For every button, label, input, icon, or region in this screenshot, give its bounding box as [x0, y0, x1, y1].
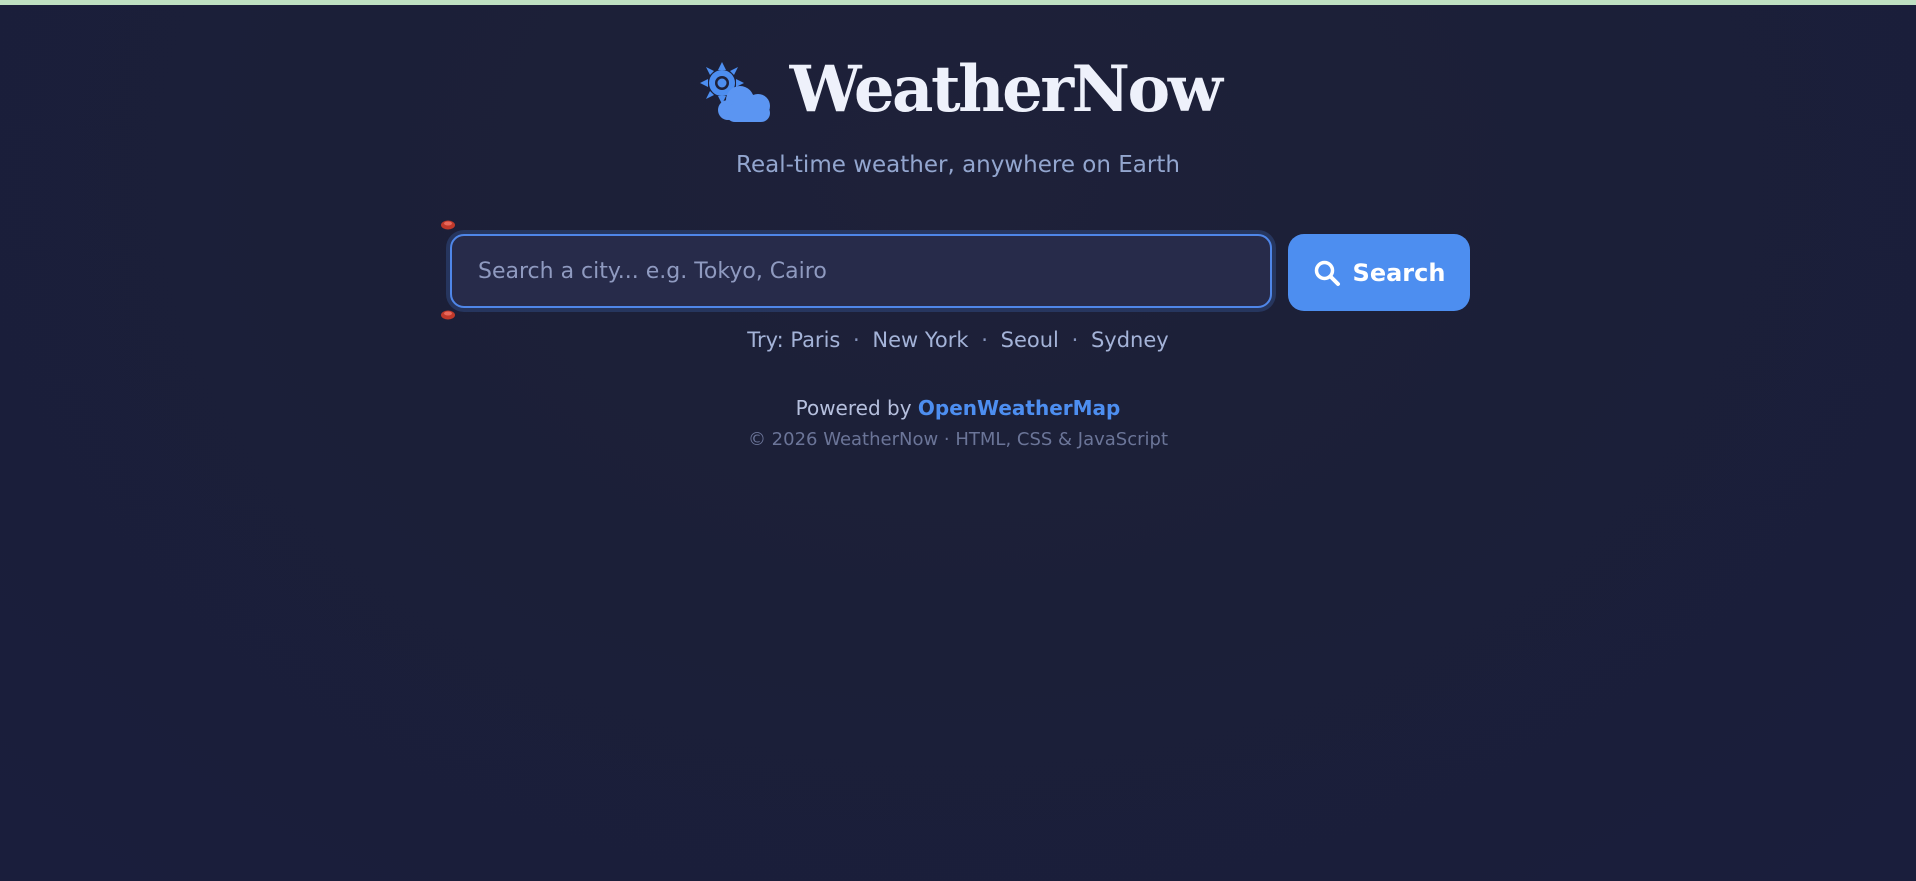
city-search-input[interactable]: [450, 234, 1272, 308]
powered-by: Powered by OpenWeatherMap: [0, 395, 1916, 421]
top-accent-strip: [0, 0, 1916, 5]
selection-handle-top-icon[interactable]: [441, 220, 455, 230]
openweathermap-link[interactable]: OpenWeatherMap: [918, 396, 1120, 420]
suggestion-city-paris[interactable]: Paris: [790, 328, 840, 352]
suggestion-city-seoul[interactable]: Seoul: [1001, 328, 1059, 352]
sun-cloud-icon: [696, 58, 778, 128]
suggestion-separator: ·: [1071, 328, 1079, 352]
search-bar: Search: [441, 220, 1470, 320]
suggestion-city-new-york[interactable]: New York: [872, 328, 968, 352]
copyright-text: © 2026 WeatherNow · HTML, CSS & JavaScri…: [747, 429, 1169, 450]
search-button-label: Search: [1352, 258, 1446, 287]
suggestion-city-sydney[interactable]: Sydney: [1091, 328, 1169, 352]
selection-handle-bottom-icon[interactable]: [441, 310, 455, 320]
app-header: WeatherNow: [0, 52, 1916, 128]
search-icon: [1314, 260, 1340, 286]
suggestions-prefix: Try:: [747, 328, 784, 352]
suggestion-separator: ·: [981, 328, 988, 352]
search-button[interactable]: Search: [1288, 234, 1470, 311]
city-suggestions: Try: Paris · New York · Seoul · Sydney: [0, 326, 1916, 354]
app-title: WeatherNow: [789, 52, 1223, 127]
powered-by-prefix: Powered by: [795, 396, 912, 420]
app-subtitle: Real-time weather, anywhere on Earth: [736, 152, 1180, 178]
suggestion-separator: ·: [853, 328, 860, 352]
